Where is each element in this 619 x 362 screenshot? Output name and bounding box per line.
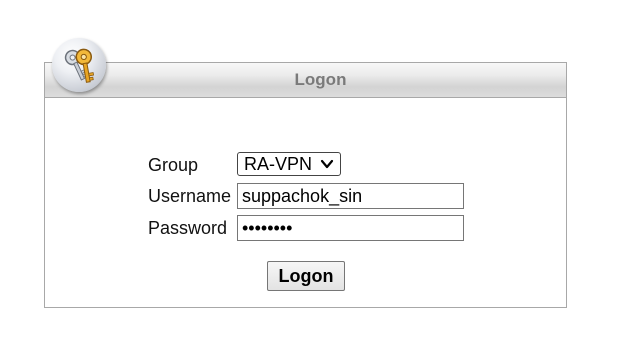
username-row: Username bbox=[148, 183, 488, 209]
group-row: Group RA-VPN bbox=[148, 152, 488, 178]
chevron-down-icon bbox=[320, 159, 334, 169]
group-label: Group bbox=[148, 155, 199, 175]
keys-icon bbox=[52, 38, 106, 92]
username-input[interactable] bbox=[237, 183, 464, 209]
username-label: Username bbox=[148, 186, 232, 206]
group-selected-value: RA-VPN bbox=[244, 154, 313, 174]
group-select[interactable]: RA-VPN bbox=[237, 152, 341, 176]
logon-button[interactable]: Logon bbox=[267, 261, 345, 291]
password-label: Password bbox=[148, 218, 228, 238]
panel-title: Logon bbox=[294, 70, 347, 89]
password-row: Password bbox=[148, 215, 488, 241]
panel-header: Logon bbox=[45, 63, 566, 98]
password-input[interactable] bbox=[237, 215, 464, 241]
